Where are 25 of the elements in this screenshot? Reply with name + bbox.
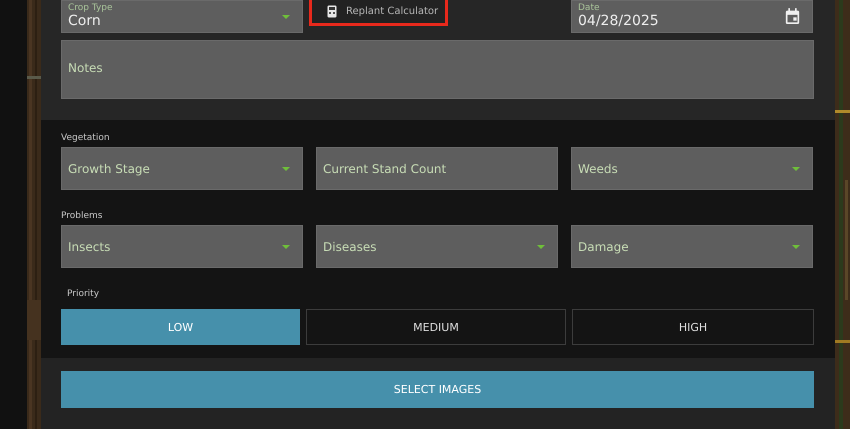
- priority-option[interactable]: MEDIUM: [306, 309, 566, 345]
- dropdown-field[interactable]: Damage: [571, 225, 813, 268]
- replant-calculator-button[interactable]: Replant Calculator: [309, 0, 448, 26]
- calendar-icon: [785, 8, 800, 25]
- section-label: Vegetation: [61, 133, 111, 145]
- priority-label: Priority: [67, 289, 100, 301]
- dropdown-field[interactable]: Diseases: [316, 225, 558, 268]
- priority-option[interactable]: HIGH: [572, 309, 814, 345]
- calculator-icon: [327, 5, 337, 18]
- crop-type-dropdown[interactable]: Crop Type Corn: [61, 0, 303, 33]
- select-images-button[interactable]: SELECT IMAGES: [61, 371, 814, 408]
- caret-icon: [282, 14, 290, 18]
- dropdown-field[interactable]: Weeds: [571, 147, 813, 190]
- caret-icon: [282, 166, 290, 170]
- caret-icon: [792, 166, 800, 170]
- caret-icon: [792, 244, 800, 248]
- caret-icon: [537, 244, 545, 248]
- dropdown-field[interactable]: Insects: [61, 225, 303, 268]
- notes-field[interactable]: Notes: [61, 40, 814, 99]
- section-label: Problems: [61, 211, 104, 223]
- date-field[interactable]: Date 04/28/2025: [571, 0, 813, 33]
- dropdown-field[interactable]: Growth Stage: [61, 147, 303, 190]
- priority-option[interactable]: LOW: [61, 309, 300, 345]
- input-field[interactable]: Current Stand Count: [316, 147, 558, 190]
- caret-icon: [282, 244, 290, 248]
